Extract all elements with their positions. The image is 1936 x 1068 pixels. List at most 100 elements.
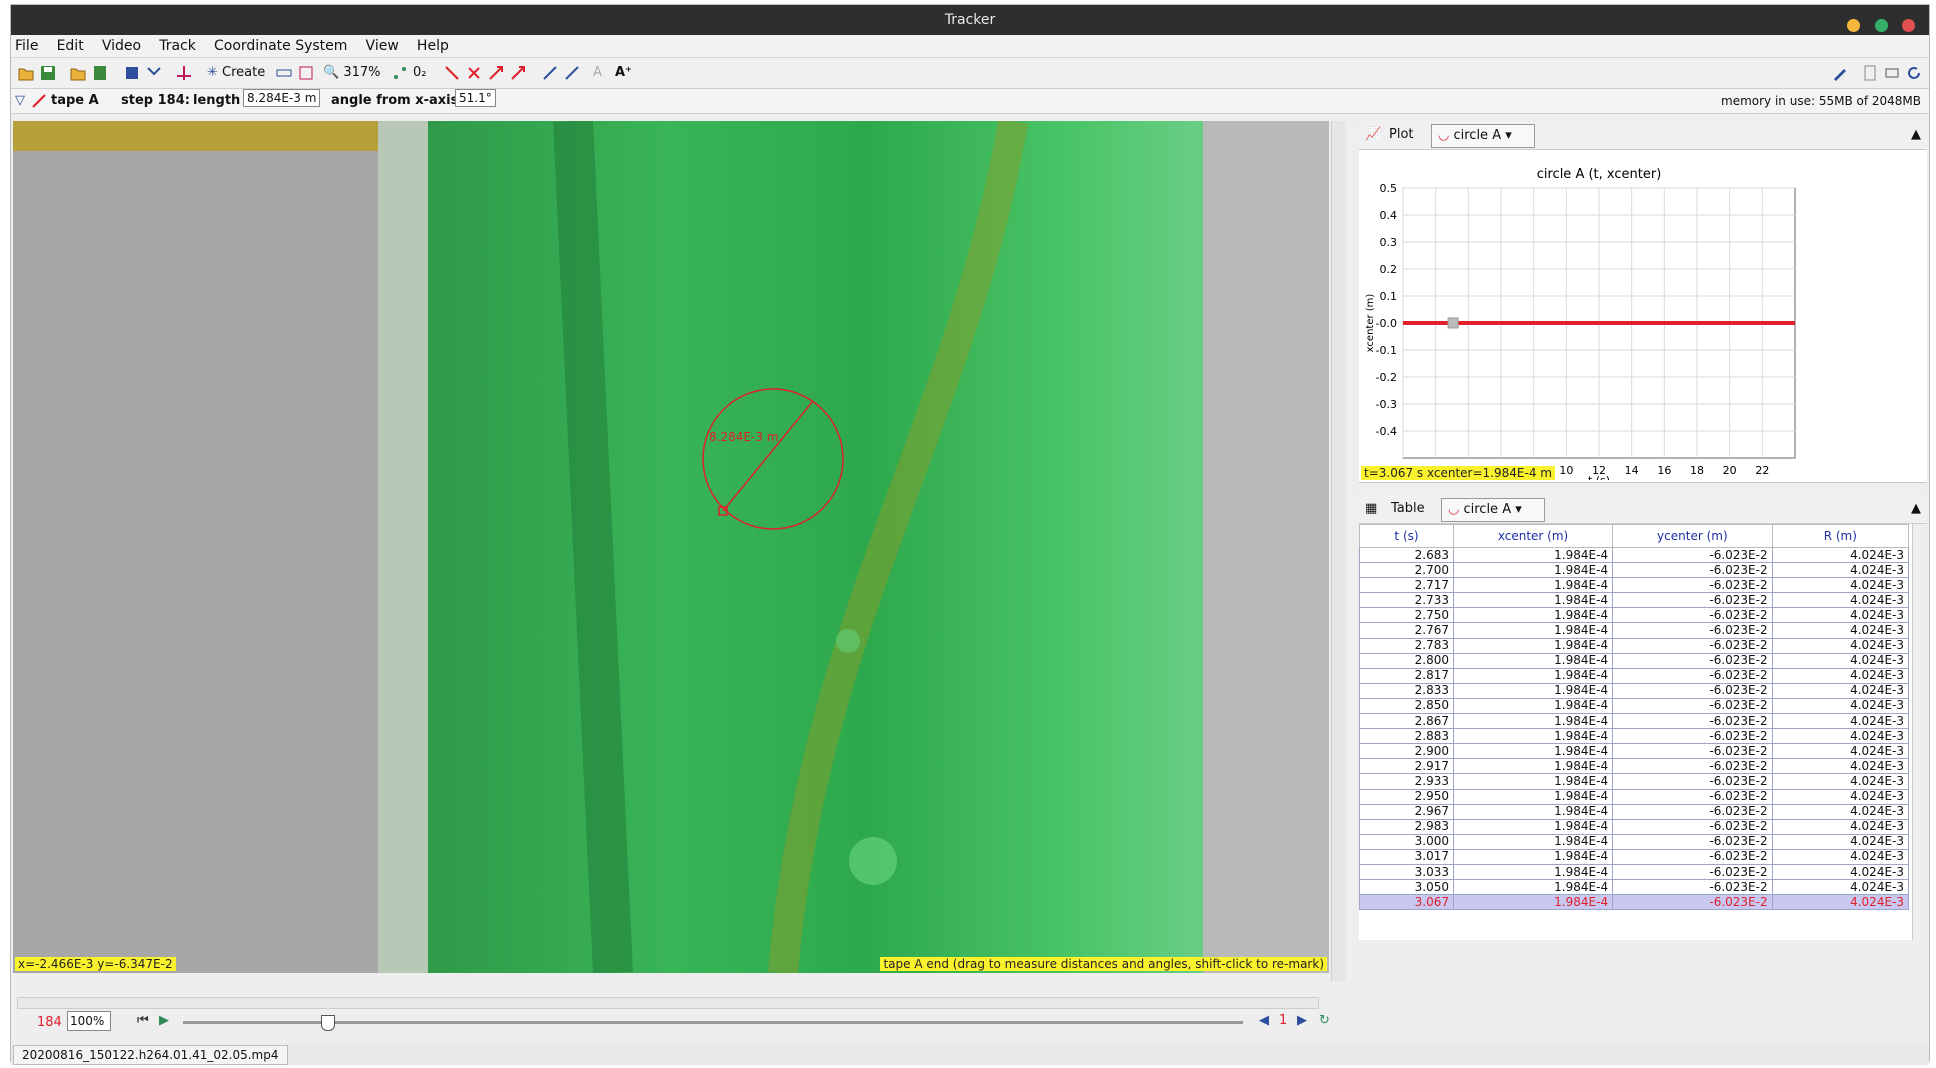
track-control-icon[interactable]	[275, 64, 293, 82]
plot-chart[interactable]: 02468101214161820220.50.40.30.20.1-0.0-0…	[1359, 150, 1927, 487]
axes-icon[interactable]	[175, 64, 193, 82]
menu-help[interactable]: Help	[417, 38, 449, 54]
loop-icon[interactable]: ↻	[1319, 1013, 1330, 1028]
table-track-select[interactable]: ◡ circle A ▾	[1441, 498, 1545, 522]
video-vertical-scrollbar[interactable]	[1331, 121, 1346, 981]
table-row[interactable]: 2.933 1.984E-4 -6.023E-2 4.024E-3	[1359, 773, 1910, 790]
autotracker-icon[interactable]	[297, 64, 315, 82]
pencil-icon[interactable]	[1831, 64, 1849, 82]
calibration-icon[interactable]	[145, 64, 163, 82]
step-back-icon[interactable]: ◀	[1259, 1013, 1269, 1028]
table-row[interactable]: 2.700 1.984E-4 -6.023E-2 4.024E-3	[1359, 562, 1910, 579]
table-cell: 4.024E-3	[1771, 818, 1910, 835]
print-icon[interactable]	[1883, 64, 1901, 82]
hint-readout: tape A end (drag to measure distances an…	[880, 957, 1327, 971]
menu-coordinate-system[interactable]: Coordinate System	[214, 38, 347, 54]
column-header[interactable]: xcenter (m)	[1452, 524, 1614, 548]
clip-settings-icon[interactable]	[123, 64, 141, 82]
close-button[interactable]	[1902, 19, 1915, 32]
table-row[interactable]: 2.950 1.984E-4 -6.023E-2 4.024E-3	[1359, 788, 1910, 805]
notes-icon[interactable]	[1861, 64, 1879, 82]
labels-icon[interactable]: 0₂	[413, 64, 426, 82]
table-row[interactable]: 2.850 1.984E-4 -6.023E-2 4.024E-3	[1359, 697, 1910, 715]
maximize-button[interactable]	[1874, 19, 1888, 32]
status-bar: 20200816_150122.h264.01.41_02.05.mp4	[11, 1045, 1929, 1065]
menu-file[interactable]: File	[15, 38, 38, 54]
trails-icon[interactable]	[391, 64, 409, 82]
column-header[interactable]: t (s)	[1359, 524, 1454, 548]
table-row[interactable]: 2.800 1.984E-4 -6.023E-2 4.024E-3	[1359, 652, 1910, 669]
file-tab[interactable]: 20200816_150122.h264.01.41_02.05.mp4	[13, 1045, 288, 1065]
table-row[interactable]: 2.767 1.984E-4 -6.023E-2 4.024E-3	[1359, 622, 1910, 639]
play-icon[interactable]: ▶	[159, 1013, 169, 1028]
open-video-icon[interactable]	[69, 64, 87, 82]
path-icon[interactable]	[443, 64, 461, 82]
plot-track-select[interactable]: ◡ circle A ▾	[1431, 124, 1535, 148]
table-row[interactable]: 2.717 1.984E-4 -6.023E-2 4.024E-3	[1359, 577, 1910, 594]
font-smaller-icon[interactable]: A	[593, 64, 602, 82]
table-panel[interactable]: t (s) xcenter (m) ycenter (m) R (m) 2.683 1.…	[1359, 524, 1927, 940]
tape-name[interactable]: tape A	[51, 89, 99, 113]
open-folder-icon[interactable]	[17, 64, 35, 82]
table-row[interactable]: 2.900 1.984E-4 -6.023E-2 4.024E-3	[1359, 743, 1910, 760]
table-row[interactable]: 2.967 1.984E-4 -6.023E-2 4.024E-3	[1359, 803, 1910, 820]
table-row[interactable]: 2.867 1.984E-4 -6.023E-2 4.024E-3	[1359, 713, 1910, 730]
table-cell: 2.850	[1359, 697, 1454, 715]
table-row[interactable]: 3.033 1.984E-4 -6.023E-2 4.024E-3	[1359, 863, 1910, 881]
create-button[interactable]: ✳ Create	[207, 64, 265, 82]
refresh-icon[interactable]	[1905, 64, 1923, 82]
table-row[interactable]: 3.000 1.984E-4 -6.023E-2 4.024E-3	[1359, 833, 1910, 850]
video-view[interactable]: 8.284E-3 m x=-2.466E-3 y=-6.347E-2 tape …	[13, 121, 1329, 973]
font-larger-icon[interactable]: A⁺	[615, 64, 632, 82]
table-row[interactable]: 2.917 1.984E-4 -6.023E-2 4.024E-3	[1359, 758, 1910, 775]
y-tick-label: -0.1	[1376, 344, 1397, 357]
table-row[interactable]: 2.883 1.984E-4 -6.023E-2 4.024E-3	[1359, 728, 1910, 745]
collapse-icon[interactable]: ▽	[15, 89, 25, 113]
zoom-button[interactable]: 🔍 317%	[323, 64, 381, 82]
data-table[interactable]: t (s) xcenter (m) ycenter (m) R (m) 2.683 1.…	[1359, 524, 1910, 911]
table-row[interactable]: 3.017 1.984E-4 -6.023E-2 4.024E-3	[1359, 848, 1910, 865]
export-icon[interactable]	[91, 64, 109, 82]
menu-video[interactable]: Video	[102, 38, 141, 54]
angle-field[interactable]: 51.1°	[455, 89, 496, 107]
table-row[interactable]: 2.733 1.984E-4 -6.023E-2 4.024E-3	[1359, 592, 1910, 609]
table-cell: 1.984E-4	[1452, 637, 1614, 654]
save-icon[interactable]	[39, 64, 57, 82]
table-cell: -6.023E-2	[1612, 758, 1773, 775]
table-collapse-icon[interactable]: ▲	[1911, 495, 1921, 523]
table-cell: 4.024E-3	[1771, 577, 1910, 594]
rate-field[interactable]: 100%	[67, 1011, 111, 1031]
table-row[interactable]: 3.050 1.984E-4 -6.023E-2 4.024E-3	[1359, 879, 1910, 896]
video-horizontal-scrollbar[interactable]	[17, 997, 1319, 1009]
coordinate-readout: x=-2.466E-3 y=-6.347E-2	[15, 957, 176, 971]
menu-view[interactable]: View	[366, 38, 399, 54]
table-row[interactable]: 2.983 1.984E-4 -6.023E-2 4.024E-3	[1359, 818, 1910, 835]
playback-slider[interactable]	[183, 1015, 1243, 1031]
plot-panel[interactable]: 02468101214161820220.50.40.30.20.1-0.0-0…	[1359, 150, 1927, 487]
table-scrollbar[interactable]	[1912, 524, 1927, 940]
acceleration-icon[interactable]	[509, 64, 527, 82]
reset-icon[interactable]: ⏮	[137, 1013, 149, 1028]
table-row[interactable]: 3.067 1.984E-4 -6.023E-2 4.024E-3	[1359, 894, 1910, 911]
menu-edit[interactable]: Edit	[57, 38, 84, 54]
slider-knob[interactable]	[320, 1015, 335, 1031]
table-row[interactable]: 2.817 1.984E-4 -6.023E-2 4.024E-3	[1359, 667, 1910, 684]
table-row[interactable]: 2.783 1.984E-4 -6.023E-2 4.024E-3	[1359, 637, 1910, 654]
table-cell: 4.024E-3	[1771, 592, 1910, 609]
column-header[interactable]: R (m)	[1771, 524, 1910, 548]
velocity-icon[interactable]	[487, 64, 505, 82]
menu-track[interactable]: Track	[159, 38, 196, 54]
vector-scale-icon[interactable]	[563, 64, 581, 82]
column-header[interactable]: ycenter (m)	[1612, 524, 1773, 548]
step-size[interactable]: 1	[1279, 1013, 1287, 1028]
table-row[interactable]: 2.833 1.984E-4 -6.023E-2 4.024E-3	[1359, 682, 1910, 699]
position-icon[interactable]	[465, 64, 483, 82]
length-field[interactable]: 8.284E-3 m	[243, 89, 321, 107]
vector-sum-icon[interactable]	[541, 64, 559, 82]
table-row[interactable]: 2.683 1.984E-4 -6.023E-2 4.024E-3	[1359, 546, 1910, 564]
plot-collapse-icon[interactable]: ▲	[1911, 121, 1921, 149]
step-forward-icon[interactable]: ▶	[1297, 1013, 1307, 1028]
table-row[interactable]: 2.750 1.984E-4 -6.023E-2 4.024E-3	[1359, 607, 1910, 624]
table-header-row: t (s) xcenter (m) ycenter (m) R (m)	[1359, 524, 1910, 548]
minimize-button[interactable]	[1847, 19, 1861, 32]
